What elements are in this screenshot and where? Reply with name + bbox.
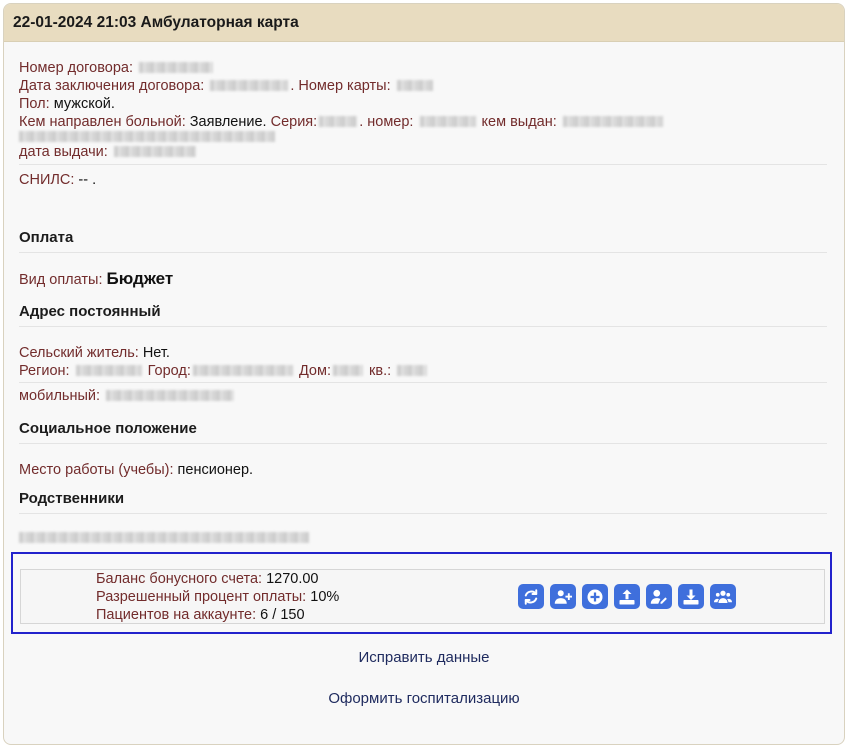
patients-value: 6 / 150: [260, 607, 305, 623]
contract-number-redacted: [139, 62, 214, 73]
house-label: Дом:: [298, 363, 331, 379]
refresh-button[interactable]: [518, 584, 544, 609]
issue-date-label: дата выдачи:: [19, 144, 108, 160]
sex-value: мужской.: [53, 96, 115, 112]
bonus-actions: [518, 584, 736, 609]
number-label: . номер:: [359, 114, 414, 130]
contract-date-label: Дата заключения договора:: [19, 78, 205, 94]
bonus-inner-panel: Баланс бонусного счета: 1270.00 Разрешен…: [20, 569, 825, 624]
refresh-icon: [524, 588, 538, 605]
ambulatory-card: 22-01-2024 21:03 Амбулаторная карта Номе…: [3, 3, 845, 745]
percent-label: Разрешенный процент оплаты:: [96, 589, 307, 605]
address-section-title: Адрес постоянный: [19, 303, 827, 327]
apt-label: кв.:: [369, 363, 392, 379]
card-number-label: . Номер карты:: [290, 78, 391, 94]
card-title: 22-01-2024 21:03 Амбулаторная карта: [4, 4, 844, 42]
issued-by-cont-redacted: [19, 131, 275, 142]
city-label: Город:: [147, 363, 191, 379]
mobile-label: мобильный:: [19, 388, 101, 404]
snils-value: -- .: [78, 172, 97, 188]
referral-label: Кем направлен больной:: [19, 114, 186, 130]
region-redacted: [75, 365, 142, 376]
edit-user-button[interactable]: [646, 584, 672, 609]
users-icon: [714, 590, 732, 603]
download-button[interactable]: [678, 584, 704, 609]
add-button[interactable]: [582, 584, 608, 609]
percent-value: 10%: [310, 589, 340, 605]
mobile-redacted: [106, 390, 235, 401]
issue-date-redacted: [113, 146, 196, 157]
city-redacted: [192, 365, 293, 376]
plus-circle-icon: [587, 589, 603, 604]
rural-value: Нет.: [142, 345, 170, 361]
contract-label: Номер договора:: [19, 60, 133, 76]
hospitalize-link[interactable]: Оформить госпитализацию: [4, 690, 844, 707]
payment-type-value: Бюджет: [106, 269, 174, 288]
balance-value: 1270.00: [266, 571, 319, 587]
referral-value: Заявление.: [189, 114, 267, 130]
card-number-redacted: [396, 80, 433, 91]
bonus-info: Баланс бонусного счета: 1270.00 Разрешен…: [96, 570, 339, 624]
snils-label: СНИЛС:: [19, 172, 75, 188]
user-plus-icon: [554, 589, 572, 604]
issued-by-label: кем выдан:: [481, 114, 557, 130]
payment-type-label: Вид оплаты:: [19, 272, 103, 288]
patients-label: Пациентов на аккаунте:: [96, 607, 257, 623]
payment-section-title: Оплата: [19, 229, 827, 253]
edit-data-link[interactable]: Исправить данные: [4, 649, 844, 666]
contract-date-redacted: [210, 80, 289, 91]
patients-button[interactable]: [710, 584, 736, 609]
passport-number-redacted: [419, 116, 476, 127]
series-label: Серия:: [270, 114, 318, 130]
apt-redacted: [397, 365, 428, 376]
series-redacted: [319, 116, 358, 127]
user-edit-icon: [650, 589, 667, 604]
add-user-button[interactable]: [550, 584, 576, 609]
rural-label: Сельский житель:: [19, 345, 139, 361]
divider: [19, 164, 827, 165]
work-value: пенсионер.: [177, 462, 254, 478]
social-section-title: Социальное положение: [19, 420, 827, 444]
bonus-account-panel: Баланс бонусного счета: 1270.00 Разрешен…: [11, 552, 832, 634]
divider: [19, 382, 827, 383]
balance-label: Баланс бонусного счета:: [96, 571, 263, 587]
region-label: Регион:: [19, 363, 70, 379]
download-icon: [683, 589, 699, 604]
issued-by-redacted: [562, 116, 663, 127]
sex-label: Пол:: [19, 96, 50, 112]
house-redacted: [332, 365, 363, 376]
work-label: Место работы (учебы):: [19, 462, 174, 478]
relatives-redacted: [19, 532, 309, 543]
upload-icon: [619, 589, 635, 604]
relatives-section-title: Родственники: [19, 490, 827, 514]
upload-button[interactable]: [614, 584, 640, 609]
